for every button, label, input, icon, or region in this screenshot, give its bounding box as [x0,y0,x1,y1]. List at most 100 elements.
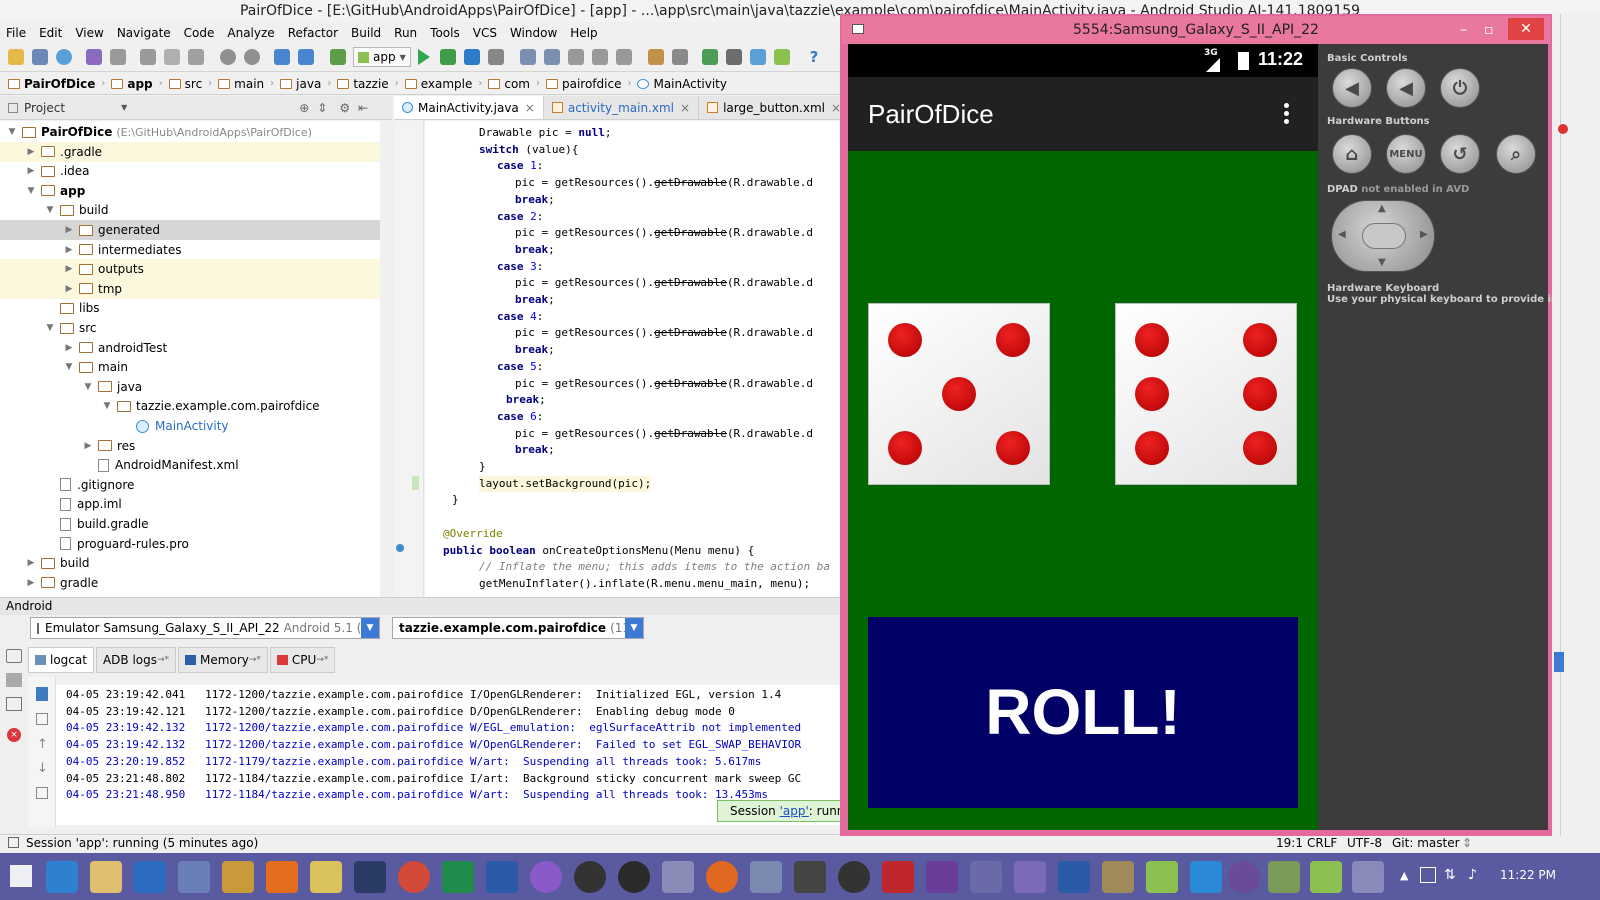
terminate-icon[interactable]: × [7,728,21,742]
steam-icon[interactable] [354,861,386,893]
chrome-icon[interactable] [398,861,430,893]
roll-button[interactable]: ROLL! [868,617,1298,808]
expanded-arrow-icon[interactable]: ▼ [63,362,75,372]
calculator-icon[interactable] [178,861,210,893]
toast-link[interactable]: 'app' [780,804,809,818]
dpad-down-icon[interactable]: ▼ [1378,257,1386,268]
tree-item[interactable]: ▼ app [0,181,380,201]
dpad-center[interactable] [1362,223,1406,249]
attach-debugger-icon[interactable] [464,49,480,65]
tree-item[interactable]: ▶ res [0,436,380,456]
collapsed-arrow-icon[interactable]: ▶ [25,166,37,176]
close-icon[interactable]: ✕ [1508,18,1544,40]
scroll-marker[interactable] [1554,652,1564,672]
dpad-right-icon[interactable]: ▶ [1420,229,1428,240]
breadcrumb-item[interactable]: MainActivity [637,77,727,91]
back-icon[interactable]: ↺ [1440,134,1480,174]
screen-capture-icon[interactable] [6,649,22,663]
menu-analyze[interactable]: Analyze [227,26,274,40]
expanded-arrow-icon[interactable]: ▼ [6,127,18,137]
tree-item[interactable]: ▼ main [0,357,380,377]
power-icon[interactable]: ⏻ [1440,68,1480,108]
up-arrow-icon[interactable]: ↑ [37,737,48,752]
collapsed-arrow-icon[interactable]: ▶ [63,343,75,353]
tree-item[interactable]: ▼ java [0,377,380,397]
maximize-icon[interactable]: ▫ [1484,16,1494,44]
breadcrumb-item[interactable]: PairOfDice › [8,77,105,91]
breadcrumb-item[interactable]: example › [404,77,482,91]
help-icon[interactable]: ? [806,49,822,65]
menu-refactor[interactable]: Refactor [288,26,338,40]
tree-item[interactable]: ▶ androidTest [0,338,380,358]
editor-tab[interactable]: MainActivity.java × [394,96,544,119]
session-toast[interactable]: Session 'app': running [717,800,843,822]
network-icon[interactable]: ⇅ [1444,867,1456,883]
windows-start-icon[interactable] [10,865,32,887]
project-panel-header[interactable]: Project ▼ ⊕ ⇕ ⚙ ⇤ [0,96,392,120]
android-studio-taskbar-icon[interactable] [1268,861,1300,893]
menu-code[interactable]: Code [184,26,215,40]
tree-item[interactable]: ▶ intermediates [0,240,380,260]
home-icon[interactable]: ⌂ [1332,134,1372,174]
tree-item[interactable]: ▼ tazzie.example.com.pairofdice [0,396,380,416]
system-info-icon[interactable] [6,697,22,711]
collapsed-arrow-icon[interactable]: ▶ [25,147,37,157]
tree-item[interactable]: ▶ outputs [0,259,380,280]
make-project-icon[interactable] [330,49,346,65]
redo-icon[interactable] [110,49,126,65]
avd-manager-icon[interactable] [726,49,742,65]
expanded-arrow-icon[interactable]: ▼ [44,323,56,333]
filezilla-icon[interactable] [882,861,914,893]
breadcrumb-item[interactable]: pairofdice › [545,77,631,91]
menu-navigate[interactable]: Navigate [117,26,171,40]
breadcrumb-item[interactable]: java › [280,77,331,91]
collapsed-arrow-icon[interactable]: ▶ [82,441,94,451]
scroll-from-source-icon[interactable]: ⊕ [299,101,309,115]
menu-vcs[interactable]: VCS [473,26,497,40]
volume-up-icon[interactable]: ◀ [1386,68,1426,108]
find-icon[interactable] [220,49,236,65]
collapsed-arrow-icon[interactable]: ▶ [25,578,37,588]
tray-chevron-up-icon[interactable]: ▲ [1400,869,1408,882]
run-icon[interactable] [418,49,430,65]
pin-arrow-icon[interactable]: →* [157,655,169,665]
editor-tab[interactable]: activity_main.xml × [544,96,700,119]
tree-item[interactable]: ▶ .idea [0,161,380,181]
ie-icon[interactable] [46,861,78,893]
vcs-history-icon[interactable] [568,49,584,65]
clear-log-icon[interactable] [36,687,48,701]
tree-item[interactable]: build.gradle [0,514,380,534]
menu-view[interactable]: View [75,26,103,40]
soft-wrap-icon[interactable] [36,713,48,725]
close-icon[interactable]: × [680,101,690,115]
tree-item[interactable]: AndroidManifest.xml [0,455,380,475]
expanded-arrow-icon[interactable]: ▼ [82,382,94,392]
line-separator[interactable]: CRLF [1307,836,1337,850]
close-icon[interactable]: × [525,101,535,115]
tree-item[interactable]: .gitignore [0,475,380,495]
breadcrumb-item[interactable]: com › [488,77,540,91]
app-icon[interactable] [970,861,1002,893]
open-folder-icon[interactable] [8,49,24,65]
collapsed-arrow-icon[interactable]: ▶ [63,264,75,274]
expanded-arrow-icon[interactable]: ▼ [25,186,37,196]
forward-icon[interactable] [298,49,314,65]
tree-item[interactable]: ▼ src [0,318,380,338]
menu-help[interactable]: Help [570,26,597,40]
app-icon[interactable] [574,861,606,893]
git-branch[interactable]: Git: master [1392,836,1460,850]
logcat-tab[interactable]: CPU →* [269,647,336,673]
emulator-taskbar-icon[interactable] [1310,861,1342,893]
revert-icon[interactable] [616,49,632,65]
sdk-manager-icon[interactable] [750,49,766,65]
notepad-icon[interactable] [310,861,342,893]
menu-tools[interactable]: Tools [430,26,460,40]
volume-down-icon[interactable]: ◀ [1332,68,1372,108]
vcs-commit-icon[interactable] [544,49,560,65]
tree-item[interactable]: proguard-rules.pro [0,534,380,554]
collapsed-arrow-icon[interactable]: ▶ [63,245,75,255]
project-structure-icon[interactable] [672,49,688,65]
code-editor[interactable]: Drawable pic = null; switch (value){case … [425,121,842,597]
run-config-dropdown[interactable]: app ▼ [353,47,411,67]
logcat-tab[interactable]: Memory →* [178,647,268,673]
